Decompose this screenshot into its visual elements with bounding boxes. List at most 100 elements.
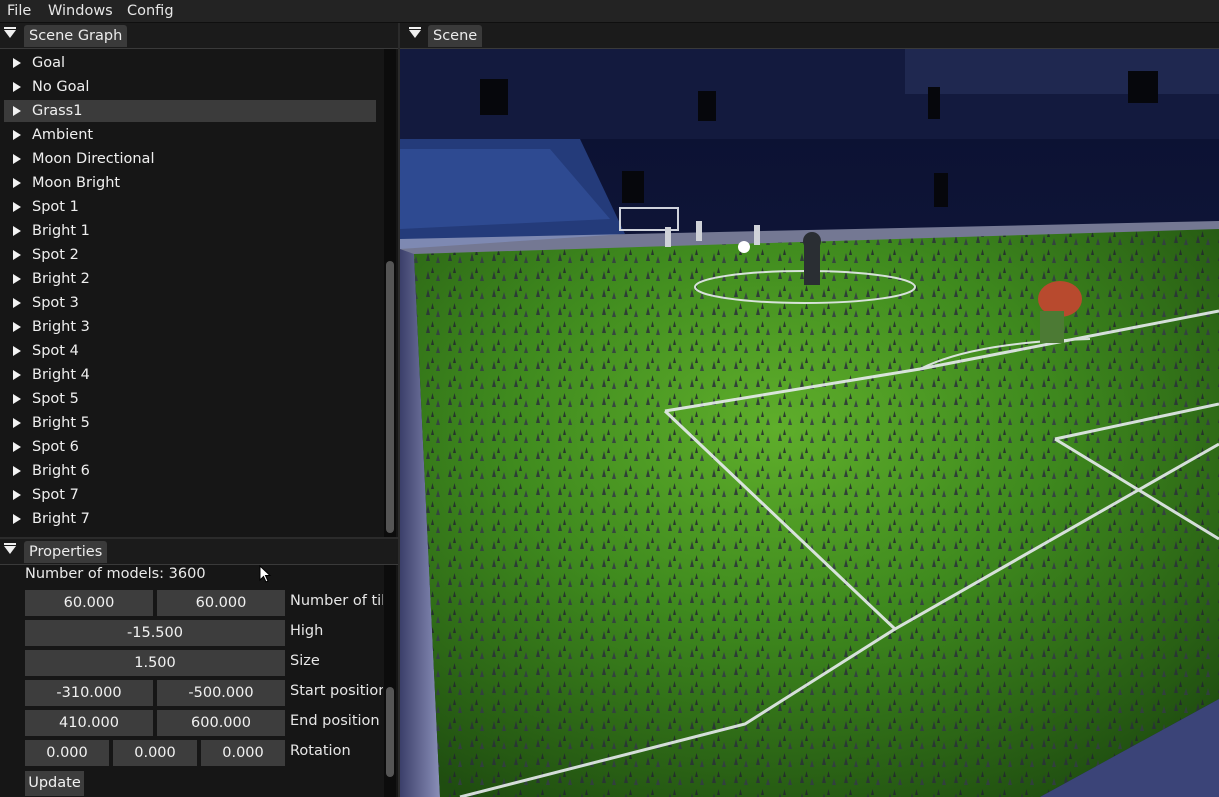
tree-item-label: No Goal	[32, 79, 90, 95]
tree-item[interactable]: Goal	[4, 52, 376, 74]
tree-item-label: Moon Bright	[32, 175, 121, 191]
tree-item[interactable]: Grass1	[4, 100, 376, 122]
mouse-cursor-icon	[259, 565, 272, 583]
model-count-text: Number of models: 3600	[25, 566, 206, 582]
tree-item-label: Bright 6	[32, 463, 90, 479]
tree-item-label: Spot 6	[32, 439, 79, 455]
tiles-y-field[interactable]: 60.000	[157, 590, 285, 616]
tree-item[interactable]: Bright 3	[4, 316, 376, 338]
tree-item[interactable]: Spot 7	[4, 484, 376, 506]
scene-graph-scrollbar[interactable]	[384, 49, 396, 537]
tree-item[interactable]: Spot 2	[4, 244, 376, 266]
tree-item-label: Bright 7	[32, 511, 90, 527]
size-field[interactable]: 1.500	[25, 650, 285, 676]
high-label: High	[290, 623, 324, 639]
tree-item-label: Spot 2	[32, 247, 79, 263]
expand-arrow-icon[interactable]	[13, 202, 21, 212]
tiles-x-field[interactable]: 60.000	[25, 590, 153, 616]
collapse-arrow-icon[interactable]	[4, 543, 16, 554]
tree-item-label: Spot 1	[32, 199, 79, 215]
tree-item[interactable]: Spot 3	[4, 292, 376, 314]
start-x-field[interactable]: -310.000	[25, 680, 153, 706]
tiles-label: Number of tiles	[290, 593, 383, 609]
scene-graph-header: Scene Graph	[0, 23, 398, 49]
tree-item-label: Ambient	[32, 127, 94, 143]
tree-item-label: Bright 5	[32, 415, 90, 431]
expand-arrow-icon[interactable]	[13, 514, 21, 524]
rotation-y-field[interactable]: 0.000	[113, 740, 197, 766]
expand-arrow-icon[interactable]	[13, 418, 21, 428]
expand-arrow-icon[interactable]	[13, 346, 21, 356]
tree-item[interactable]: Ambient	[4, 124, 376, 146]
expand-arrow-icon[interactable]	[13, 154, 21, 164]
tree-item-label: Spot 7	[32, 487, 79, 503]
menu-bar: File Windows Config	[0, 0, 1219, 22]
tree-item-label: Goal	[32, 55, 66, 71]
expand-arrow-icon[interactable]	[13, 442, 21, 452]
scene-viewport[interactable]	[400, 49, 1219, 797]
expand-arrow-icon[interactable]	[13, 466, 21, 476]
expand-arrow-icon[interactable]	[13, 274, 21, 284]
expand-arrow-icon[interactable]	[13, 370, 21, 380]
tree-item[interactable]: Bright 7	[4, 508, 376, 530]
collapse-arrow-icon[interactable]	[4, 27, 16, 38]
tree-item[interactable]: Bright 1	[4, 220, 376, 242]
end-y-field[interactable]: 600.000	[157, 710, 285, 736]
tree-item-label: Spot 5	[32, 391, 79, 407]
tree-item[interactable]: No Goal	[4, 76, 376, 98]
tree-item-label: Spot 3	[32, 295, 79, 311]
menu-config[interactable]: Config	[127, 2, 174, 20]
tree-item[interactable]: Spot 4	[4, 340, 376, 362]
tree-item-label: Moon Directional	[32, 151, 155, 167]
expand-arrow-icon[interactable]	[13, 178, 21, 188]
properties-scroll-thumb[interactable]	[386, 687, 394, 777]
tree-item[interactable]: Bright 2	[4, 268, 376, 290]
tree-item-label: Grass1	[32, 103, 83, 119]
expand-arrow-icon[interactable]	[13, 322, 21, 332]
collapse-arrow-icon[interactable]	[409, 27, 421, 38]
expand-arrow-icon[interactable]	[13, 250, 21, 260]
properties-tab[interactable]: Properties	[24, 541, 108, 563]
expand-arrow-icon[interactable]	[13, 130, 21, 140]
end-position-label: End position	[290, 713, 380, 729]
properties-scrollbar[interactable]	[384, 565, 396, 797]
expand-arrow-icon[interactable]	[13, 226, 21, 236]
tree-item-label: Bright 2	[32, 271, 90, 287]
start-position-label: Start position	[290, 683, 383, 699]
tree-item[interactable]: Spot 6	[4, 436, 376, 458]
tree-item[interactable]: Moon Directional	[4, 148, 376, 170]
tree-item[interactable]: Spot 1	[4, 196, 376, 218]
tree-item[interactable]: Bright 6	[4, 460, 376, 482]
rotation-x-field[interactable]: 0.000	[25, 740, 109, 766]
scene-tab[interactable]: Scene	[428, 25, 483, 47]
menu-windows[interactable]: Windows	[48, 2, 113, 20]
high-field[interactable]: -15.500	[25, 620, 285, 646]
rotation-label: Rotation	[290, 743, 351, 759]
menu-file[interactable]: File	[7, 2, 31, 20]
expand-arrow-icon[interactable]	[13, 58, 21, 68]
expand-arrow-icon[interactable]	[13, 394, 21, 404]
tree-item-label: Bright 3	[32, 319, 90, 335]
size-label: Size	[290, 653, 320, 669]
expand-arrow-icon[interactable]	[13, 82, 21, 92]
properties-header: Properties	[0, 539, 398, 565]
tree-item-label: Spot 4	[32, 343, 79, 359]
tree-item-label: Bright 1	[32, 223, 90, 239]
scene-graph-panel: Goal No Goal Grass1 Ambient Moon Directional…	[0, 49, 398, 537]
scene-header: Scene	[400, 23, 1219, 49]
tree-item[interactable]: Spot 5	[4, 388, 376, 410]
scene-render	[400, 49, 1219, 797]
scene-graph-scroll-thumb[interactable]	[386, 261, 394, 533]
tree-item[interactable]: Bright 4	[4, 364, 376, 386]
tree-item[interactable]: Moon Bright	[4, 172, 376, 194]
end-x-field[interactable]: 410.000	[25, 710, 153, 736]
update-button[interactable]: Update	[25, 771, 84, 796]
tree-item[interactable]: Bright 5	[4, 412, 376, 434]
rotation-z-field[interactable]: 0.000	[201, 740, 285, 766]
scene-graph-tab[interactable]: Scene Graph	[24, 25, 128, 47]
start-y-field[interactable]: -500.000	[157, 680, 285, 706]
expand-arrow-icon[interactable]	[13, 298, 21, 308]
expand-arrow-icon[interactable]	[13, 106, 21, 116]
expand-arrow-icon[interactable]	[13, 490, 21, 500]
tree-item-label: Bright 4	[32, 367, 90, 383]
